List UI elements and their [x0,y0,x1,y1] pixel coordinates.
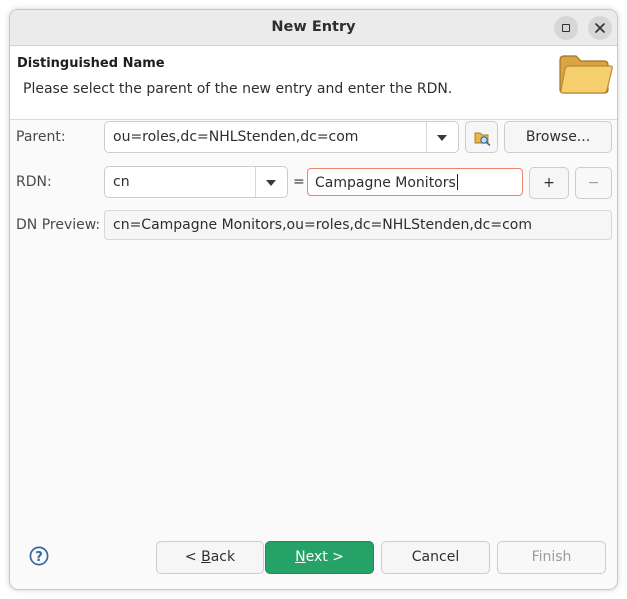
back-mnemonic: B [201,549,211,565]
dn-preview-value: cn=Campagne Monitors,ou=roles,dc=NHLSten… [113,217,532,233]
rdn-value-input[interactable]: Campagne Monitors [307,168,523,196]
page-title: Distinguished Name [17,56,165,71]
add-rdn-label: + [543,175,555,191]
finish-button[interactable]: Finish [497,541,606,574]
rdn-label: RDN: [16,174,52,190]
add-rdn-button[interactable]: + [529,167,569,199]
maximize-icon [562,24,570,32]
text-cursor [456,174,458,190]
parent-value[interactable]: ou=roles,dc=NHLStenden,dc=com [113,129,358,145]
back-prefix: < [184,549,202,565]
finish-label: Finish [531,549,572,565]
parent-combo[interactable]: ou=roles,dc=NHLStenden,dc=com [104,121,459,153]
page-description: Please select the parent of the new entr… [23,81,453,97]
remove-rdn-label: − [587,175,600,191]
browse-button[interactable]: Browse... [504,121,612,153]
dn-preview-field: cn=Campagne Monitors,ou=roles,dc=NHLSten… [104,210,612,240]
title-bar: New Entry [10,10,617,46]
maximize-button[interactable] [554,16,578,40]
rdn-attribute-value[interactable]: cn [113,174,130,190]
back-button[interactable]: < Back [156,541,264,574]
help-icon[interactable]: ? [29,546,49,566]
rdn-attribute-combo[interactable]: cn [104,166,288,198]
dn-preview-label: DN Preview: [16,217,101,233]
back-rest: ack [210,549,236,565]
folder-icon [559,55,613,94]
cancel-button[interactable]: Cancel [381,541,490,574]
equals-sign: = [293,174,305,190]
window-title: New Entry [271,19,356,35]
parent-picker-button[interactable] [465,121,498,153]
folder-search-icon [474,132,491,146]
cancel-label: Cancel [411,549,460,565]
close-icon [595,23,605,33]
chevron-down-icon[interactable] [266,180,276,186]
wizard-header: Distinguished Name Please select the par… [10,47,617,120]
close-button[interactable] [588,16,612,40]
svg-text:?: ? [35,550,43,565]
chevron-down-icon[interactable] [437,135,447,141]
rdn-value-text: Campagne Monitors [315,175,456,191]
new-entry-dialog: New Entry Distinguished Name Please sele… [9,9,618,590]
next-mnemonic: N [295,549,306,565]
next-button[interactable]: Next > [265,541,374,574]
parent-label: Parent: [16,129,66,145]
remove-rdn-button[interactable]: − [575,167,612,199]
browse-label: Browse... [525,129,591,145]
next-rest: ext > [305,549,344,565]
